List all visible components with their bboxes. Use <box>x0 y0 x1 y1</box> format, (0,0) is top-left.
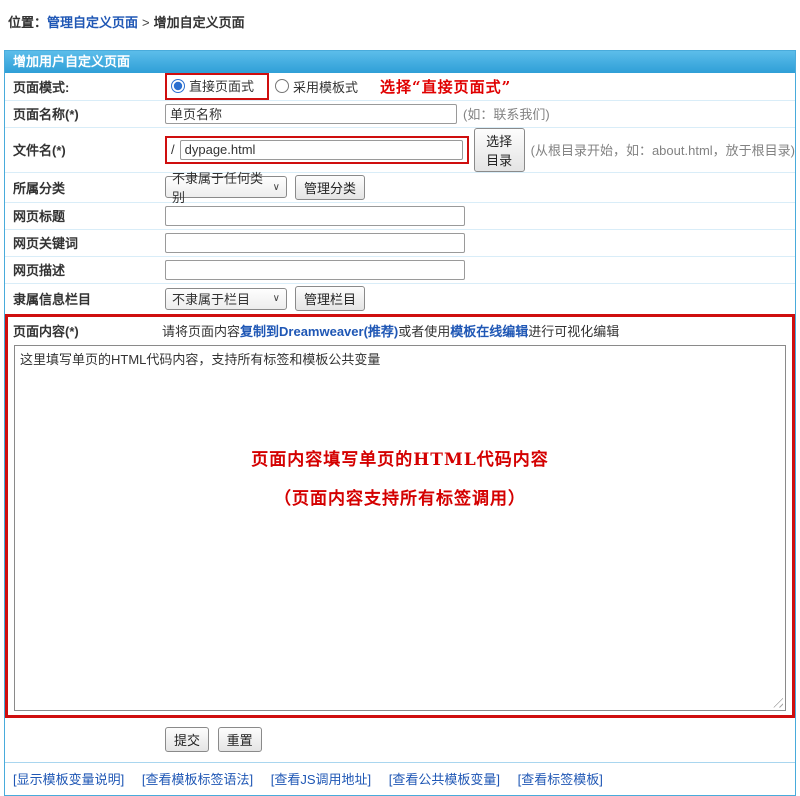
file-name-label: 文件名(*) <box>13 140 165 159</box>
page-content-hint: 请将页面内容复制到Dreamweaver(推荐)或者使用模板在线编辑进行可视化编… <box>162 321 619 340</box>
link-show-template-vars[interactable]: [显示模板变量说明] <box>13 772 124 787</box>
annotation-choose-direct-mode: 选择“直接页面式” <box>380 76 511 97</box>
category-select-value: 不隶属于任何类别 <box>172 168 269 206</box>
link-js-call-address[interactable]: [查看JS调用地址] <box>271 772 371 787</box>
link-template-tag-syntax[interactable]: [查看模板标签语法] <box>142 772 253 787</box>
row-file-name: 文件名(*) / 选择目录 (从根目录开始，如：about.html，放于根目录… <box>5 128 795 173</box>
submit-row: 提交 重置 <box>5 718 795 762</box>
page-content-textarea[interactable]: 这里填写单页的HTML代码内容，支持所有标签和模板公共变量 <box>14 345 786 711</box>
panel-title: 增加用户自定义页面 <box>5 51 795 73</box>
content-hint-text-3: 进行可视化编辑 <box>528 324 619 339</box>
page-content-label: 页面内容(*) <box>13 321 162 340</box>
breadcrumb-link-manage-pages[interactable]: 管理自定义页面 <box>47 15 138 30</box>
breadcrumb-separator: > <box>142 15 150 30</box>
manage-category-button[interactable]: 管理分类 <box>295 175 365 200</box>
row-page-mode: 页面模式: 直接页面式 采用模板式 选择“直接页面式” <box>5 73 795 101</box>
red-highlight-box-page-content: 页面内容(*) 请将页面内容复制到Dreamweaver(推荐)或者使用模板在线… <box>5 314 795 718</box>
row-page-desc: 网页描述 <box>5 257 795 284</box>
info-column-select-value: 不隶属于栏目 <box>172 289 250 308</box>
page-mode-label: 页面模式: <box>13 77 165 96</box>
info-column-label: 隶属信息栏目 <box>13 289 165 308</box>
file-name-input[interactable] <box>180 140 463 160</box>
chevron-down-icon: ∨ <box>273 182 280 193</box>
row-page-content: 页面内容(*) 请将页面内容复制到Dreamweaver(推荐)或者使用模板在线… <box>8 317 792 345</box>
choose-directory-button[interactable]: 选择目录 <box>474 128 525 172</box>
radio-direct-page-input[interactable] <box>171 79 185 93</box>
page-keywords-label: 网页关键词 <box>13 233 165 252</box>
page-content-area: 这里填写单页的HTML代码内容，支持所有标签和模板公共变量 页面内容填写单页的H… <box>8 345 792 715</box>
red-highlight-box-direct-mode: 直接页面式 <box>165 73 269 100</box>
row-page-keywords: 网页关键词 <box>5 230 795 257</box>
manage-column-button[interactable]: 管理栏目 <box>295 286 365 311</box>
row-category: 所属分类 不隶属于任何类别 ∨ 管理分类 <box>5 173 795 203</box>
submit-button[interactable]: 提交 <box>165 727 209 752</box>
row-info-column: 隶属信息栏目 不隶属于栏目 ∨ 管理栏目 <box>5 284 795 314</box>
content-hint-text-1: 请将页面内容 <box>162 324 240 339</box>
radio-template-mode-label: 采用模板式 <box>293 77 358 96</box>
add-custom-page-panel: 增加用户自定义页面 页面模式: 直接页面式 采用模板式 选择“直接页面式” 页面… <box>4 50 796 796</box>
page-name-label: 页面名称(*) <box>13 104 165 123</box>
radio-template-mode-input[interactable] <box>275 79 289 93</box>
breadcrumb-current: 增加自定义页面 <box>154 15 245 30</box>
category-label: 所属分类 <box>13 178 165 197</box>
chevron-down-icon: ∨ <box>273 293 280 304</box>
radio-template-mode[interactable]: 采用模板式 <box>275 77 358 96</box>
radio-direct-page-label: 直接页面式 <box>189 76 254 95</box>
page-desc-label: 网页描述 <box>13 260 165 279</box>
breadcrumb: 位置：管理自定义页面 > 增加自定义页面 <box>0 0 800 50</box>
template-online-edit-link[interactable]: 模板在线编辑 <box>450 324 528 339</box>
copy-to-dreamweaver-link[interactable]: 复制到Dreamweaver(推荐) <box>240 324 398 339</box>
row-page-name: 页面名称(*) (如：联系我们) <box>5 101 795 128</box>
reset-button[interactable]: 重置 <box>218 727 262 752</box>
radio-direct-page-mode[interactable]: 直接页面式 <box>171 76 254 95</box>
page-keywords-input[interactable] <box>165 233 465 253</box>
page-desc-input[interactable] <box>165 260 465 280</box>
link-public-template-vars[interactable]: [查看公共模板变量] <box>389 772 500 787</box>
category-select[interactable]: 不隶属于任何类别 ∨ <box>165 176 287 198</box>
file-name-hint: (从根目录开始，如：about.html，放于根目录) <box>531 140 795 159</box>
page-name-hint: (如：联系我们) <box>463 104 550 123</box>
file-name-prefix: / <box>171 142 175 157</box>
footer-links: [显示模板变量说明] [查看模板标签语法] [查看JS调用地址] [查看公共模板… <box>5 762 795 795</box>
page-title-label: 网页标题 <box>13 206 165 225</box>
info-column-select[interactable]: 不隶属于栏目 ∨ <box>165 288 287 310</box>
red-highlight-box-file-name: / <box>165 136 469 164</box>
page-title-input[interactable] <box>165 206 465 226</box>
row-page-title: 网页标题 <box>5 203 795 230</box>
breadcrumb-prefix: 位置： <box>8 15 47 30</box>
content-hint-text-2: 或者使用 <box>398 324 450 339</box>
link-tag-templates[interactable]: [查看标签模板] <box>518 772 603 787</box>
page-name-input[interactable] <box>165 104 457 124</box>
